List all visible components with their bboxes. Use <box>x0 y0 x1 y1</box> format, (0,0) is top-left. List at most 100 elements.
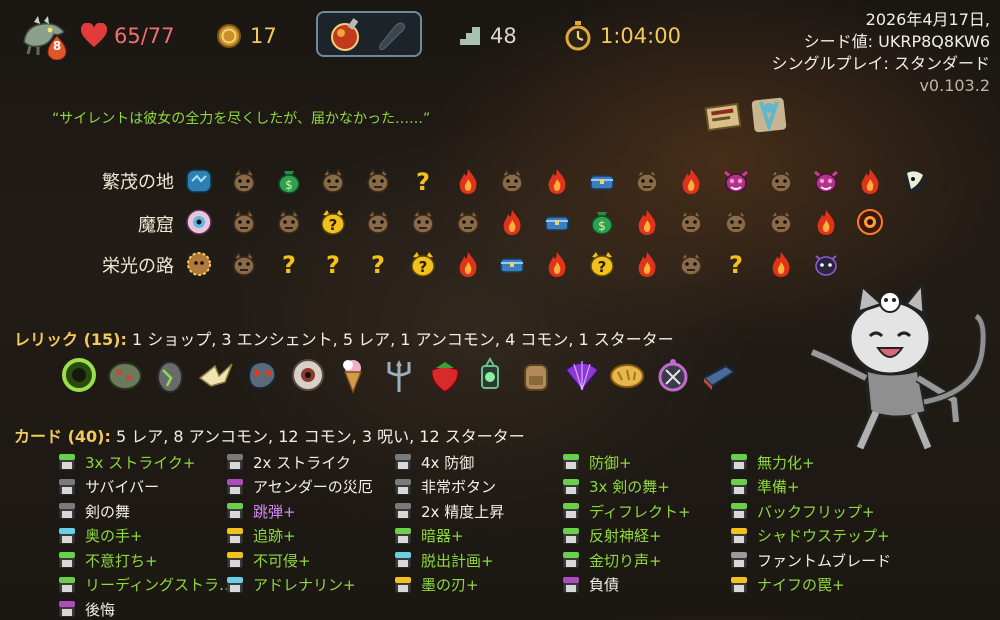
merchant-node-icon[interactable]: $ <box>588 208 616 236</box>
treasure-node-icon[interactable] <box>543 208 571 236</box>
card-entry[interactable]: 無力化+ <box>730 451 815 473</box>
ice-cream-icon[interactable] <box>334 356 372 394</box>
unknown-fight-node-icon[interactable]: ? <box>319 208 347 236</box>
card-entry[interactable]: 金切り声+ <box>562 549 662 571</box>
merchant-node-icon[interactable]: $ <box>275 167 303 195</box>
ancient-node-icon[interactable] <box>185 167 213 195</box>
card-entry[interactable]: 不意打ち+ <box>58 549 158 571</box>
strawberry-icon[interactable] <box>426 356 464 394</box>
monster-node-icon[interactable] <box>498 167 526 195</box>
elite-node-icon[interactable] <box>812 167 840 195</box>
egg-icon[interactable] <box>151 356 189 394</box>
run-seed[interactable]: シード値: UKRP8Q8KW6 <box>772 31 990 53</box>
compass-icon[interactable] <box>654 356 692 394</box>
rest-node-icon[interactable] <box>677 167 705 195</box>
monster-node-icon[interactable] <box>230 208 258 236</box>
rest-node-icon[interactable] <box>543 250 571 278</box>
unknown-fight-node-icon[interactable]: ? <box>409 250 437 278</box>
hp-display[interactable]: 65/77 <box>80 16 175 56</box>
card-entry[interactable]: ファントムブレード <box>730 549 891 571</box>
card-entry[interactable]: 2x ストライク <box>226 451 351 473</box>
monster-node-icon[interactable] <box>767 208 795 236</box>
dragon-head-icon[interactable] <box>243 356 281 394</box>
unknown-fight-node-icon[interactable]: ? <box>588 250 616 278</box>
unknown-node-icon[interactable]: ? <box>409 167 437 195</box>
monster-node-icon[interactable] <box>677 208 705 236</box>
ancient-node-icon[interactable] <box>185 208 213 236</box>
card-entry[interactable]: 不可侵+ <box>226 549 311 571</box>
character-stats-button[interactable] <box>750 96 788 134</box>
monster-node-icon[interactable] <box>722 208 750 236</box>
snake-ring-icon[interactable] <box>60 356 98 394</box>
rest-node-icon[interactable] <box>812 208 840 236</box>
rest-node-icon[interactable] <box>767 250 795 278</box>
rest-node-icon[interactable] <box>633 208 661 236</box>
card-entry[interactable]: ナイフの罠+ <box>730 574 845 596</box>
card-entry[interactable]: 準備+ <box>730 476 800 498</box>
card-entry[interactable]: 後悔 <box>58 598 115 620</box>
gold-display[interactable]: 17 <box>216 16 277 56</box>
rest-node-icon[interactable] <box>498 208 526 236</box>
monster-node-icon[interactable] <box>364 208 392 236</box>
card-entry[interactable]: 非常ボタン <box>394 476 496 498</box>
monster-node-icon[interactable] <box>275 208 303 236</box>
card-entry[interactable]: 反射神経+ <box>562 525 662 547</box>
rest-node-icon[interactable] <box>633 250 661 278</box>
paper-crane-icon[interactable] <box>197 356 235 394</box>
card-entry[interactable]: 奥の手+ <box>58 525 143 547</box>
unknown-node-icon[interactable]: ? <box>319 250 347 278</box>
eyeball-icon[interactable] <box>289 356 327 394</box>
eye-boss-icon[interactable] <box>856 208 884 236</box>
card-entry[interactable]: 脱出計画+ <box>394 549 494 571</box>
card-entry[interactable]: 2x 精度上昇 <box>394 500 504 522</box>
card-entry[interactable]: 負債 <box>562 574 619 596</box>
card-entry[interactable]: 3x 剣の舞+ <box>562 476 670 498</box>
rest-node-icon[interactable] <box>543 167 571 195</box>
monster-node-icon[interactable] <box>454 208 482 236</box>
rest-node-icon[interactable] <box>856 167 884 195</box>
glowing-boss-icon[interactable] <box>901 167 929 195</box>
backpack-icon[interactable] <box>517 356 555 394</box>
card-entry[interactable]: 追跡+ <box>226 525 296 547</box>
rest-node-icon[interactable] <box>454 250 482 278</box>
monster-node-icon[interactable] <box>633 167 661 195</box>
lantern-icon[interactable] <box>471 356 509 394</box>
card-entry[interactable]: アドレナリン+ <box>226 574 356 596</box>
monster-node-icon[interactable] <box>767 167 795 195</box>
treasure-node-icon[interactable] <box>498 250 526 278</box>
card-entry[interactable]: リーディングストラ… <box>58 574 234 596</box>
card-entry[interactable]: シャドウステップ+ <box>730 525 890 547</box>
card-entry[interactable]: 跳弾+ <box>226 500 296 522</box>
card-entry[interactable]: サバイバー <box>58 476 159 498</box>
time-display[interactable]: 1:04:00 <box>564 16 681 56</box>
card-entry[interactable]: 墨の刃+ <box>394 574 479 596</box>
shadow-boss-icon[interactable] <box>812 250 840 278</box>
unknown-node-icon[interactable]: ? <box>364 250 392 278</box>
monster-node-icon[interactable] <box>230 167 258 195</box>
fire-potion-icon[interactable] <box>328 17 364 57</box>
card-entry[interactable]: アセンダーの災厄 <box>226 476 373 498</box>
rest-node-icon[interactable] <box>454 167 482 195</box>
whetstone-icon[interactable] <box>700 356 738 394</box>
card-entry[interactable]: ディフレクト+ <box>562 500 691 522</box>
card-entry[interactable]: 剣の舞 <box>58 500 130 522</box>
monster-node-icon[interactable] <box>319 167 347 195</box>
monster-node-icon[interactable] <box>677 250 705 278</box>
monster-node-icon[interactable] <box>230 250 258 278</box>
ancient-node-icon[interactable] <box>185 250 213 278</box>
card-entry[interactable]: 3x ストライク+ <box>58 451 195 473</box>
run-log-button[interactable] <box>704 98 742 134</box>
unknown-node-icon[interactable]: ? <box>275 250 303 278</box>
monster-node-icon[interactable] <box>364 167 392 195</box>
empty-potion-slot-icon[interactable] <box>374 19 408 55</box>
treasure-node-icon[interactable] <box>588 167 616 195</box>
green-stone-icon[interactable] <box>106 356 144 394</box>
trident-icon[interactable] <box>380 356 418 394</box>
fan-icon[interactable] <box>563 356 601 394</box>
card-entry[interactable]: バックフリップ+ <box>730 500 875 522</box>
card-entry[interactable]: 暗器+ <box>394 525 464 547</box>
card-entry[interactable]: 防御+ <box>562 451 632 473</box>
card-entry[interactable]: 4x 防御 <box>394 451 474 473</box>
bread-icon[interactable] <box>608 356 646 394</box>
monster-node-icon[interactable] <box>409 208 437 236</box>
